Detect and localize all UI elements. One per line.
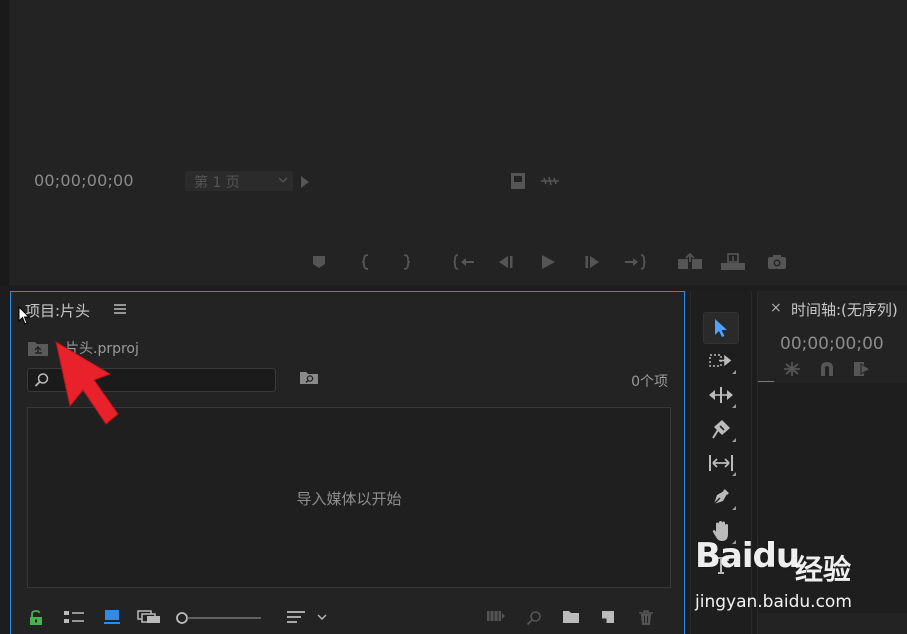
- project-panel-tab[interactable]: 项目:片头: [25, 300, 90, 321]
- folder-icon: [563, 611, 579, 623]
- close-icon[interactable]: ×: [770, 300, 782, 316]
- ripple-edit-icon: [709, 387, 733, 403]
- selection-tool[interactable]: [703, 312, 739, 344]
- tool-group-indicator: [732, 370, 736, 374]
- lift-button[interactable]: [677, 253, 703, 271]
- icon-view-icon: [104, 610, 120, 624]
- clear-button[interactable]: [639, 610, 653, 626]
- linked-selection-icon[interactable]: [853, 361, 871, 377]
- step-back-icon: [499, 256, 513, 268]
- timeline-tab-mark: [758, 381, 774, 382]
- playhead-timecode[interactable]: 00;00;00;00: [34, 171, 134, 190]
- find-button[interactable]: [526, 610, 542, 626]
- tool-group-indicator: [732, 404, 736, 408]
- annotation-arrow-icon: [55, 340, 119, 425]
- zoom-slider[interactable]: [175, 611, 263, 625]
- panel-menu-icon[interactable]: [114, 304, 126, 314]
- snap-magnet-icon[interactable]: [819, 361, 835, 377]
- freeform-view-icon: [137, 610, 160, 623]
- list-view-button[interactable]: [64, 610, 84, 624]
- pen-icon: [713, 489, 729, 505]
- export-frame-button[interactable]: [767, 253, 787, 271]
- empty-state-hint: 导入媒体以开始: [296, 490, 402, 508]
- track-select-tool[interactable]: [704, 346, 738, 376]
- mark-out-button[interactable]: [397, 253, 415, 271]
- razor-tool[interactable]: [704, 414, 738, 444]
- baidu-jingyan-watermark: Baidu 经验 jingyan.baidu.com: [695, 536, 907, 616]
- chevron-down-icon: [278, 177, 288, 183]
- icon-view-button[interactable]: [104, 610, 120, 624]
- automate-to-sequence-button[interactable]: [486, 610, 506, 622]
- list-view-icon: [64, 611, 84, 623]
- folder-up-icon[interactable]: [27, 340, 49, 357]
- camera-icon: [768, 255, 786, 269]
- extract-icon: [721, 253, 745, 270]
- new-item-icon: [602, 611, 614, 623]
- step-forward-button[interactable]: [584, 253, 602, 271]
- go-to-out-icon: [625, 254, 646, 270]
- export-frame-settings-icon[interactable]: [510, 172, 526, 190]
- search-icon: [34, 373, 49, 387]
- slip-icon: [709, 455, 733, 471]
- item-count: 0个项: [631, 374, 668, 390]
- sort-icon: [287, 611, 327, 623]
- sort-icons-button[interactable]: [286, 610, 330, 624]
- unlock-icon: [30, 610, 42, 625]
- marker-icon: [313, 256, 325, 268]
- tool-group-indicator: [732, 438, 736, 442]
- waveform-icon[interactable]: [540, 176, 560, 186]
- play-button[interactable]: [539, 253, 557, 271]
- mark-in-icon: [361, 254, 369, 270]
- zoom-slider-track: [176, 612, 261, 624]
- automate-sequence-icon: [487, 611, 505, 621]
- play-icon: [542, 255, 555, 269]
- write-protect-button[interactable]: [29, 610, 43, 626]
- page-next-icon[interactable]: [300, 175, 310, 189]
- media-drop-area[interactable]: 导入媒体以开始: [27, 407, 671, 588]
- baidu-logo: Baidu: [695, 536, 800, 576]
- slip-tool[interactable]: [704, 448, 738, 478]
- tool-group-indicator: [732, 472, 736, 476]
- trash-icon: [639, 610, 653, 625]
- lift-icon: [678, 253, 702, 269]
- program-monitor: 00;00;00;00 第 1 页: [0, 0, 907, 285]
- mark-out-icon: [403, 254, 411, 270]
- timeline-panel-tab[interactable]: 时间轴:(无序列): [791, 299, 898, 320]
- razor-icon: [712, 420, 730, 439]
- go-to-in-button[interactable]: [453, 253, 475, 271]
- new-item-button[interactable]: [601, 610, 615, 624]
- mark-in-button[interactable]: [357, 253, 375, 271]
- watermark-cn: 经验: [795, 553, 852, 586]
- monitor-left-edge: [0, 0, 9, 285]
- extract-button[interactable]: [720, 253, 746, 271]
- nest-sequence-icon[interactable]: [783, 361, 801, 377]
- step-forward-icon: [585, 256, 599, 268]
- freeform-view-button[interactable]: [137, 610, 161, 624]
- find-in-bin-icon[interactable]: [299, 371, 319, 385]
- selection-arrow-icon: [715, 319, 727, 337]
- page-select[interactable]: 第 1 页: [185, 171, 293, 191]
- pen-tool[interactable]: [704, 482, 738, 512]
- step-back-button[interactable]: [496, 253, 514, 271]
- ripple-edit-tool[interactable]: [704, 380, 738, 410]
- timeline-timecode[interactable]: 00;00;00;00: [780, 334, 884, 354]
- new-bin-button[interactable]: [562, 610, 580, 624]
- mouse-cursor-icon: [18, 306, 30, 325]
- add-marker-button[interactable]: [310, 253, 328, 271]
- search-icon: [526, 611, 541, 626]
- page-select-value: 第 1 页: [194, 175, 240, 191]
- timeline-toolbar: [783, 361, 871, 377]
- watermark-url: jingyan.baidu.com: [695, 592, 852, 612]
- track-select-icon: [709, 354, 732, 367]
- tool-group-indicator: [732, 506, 736, 510]
- go-to-out-button[interactable]: [624, 253, 646, 271]
- go-to-in-icon: [453, 254, 474, 270]
